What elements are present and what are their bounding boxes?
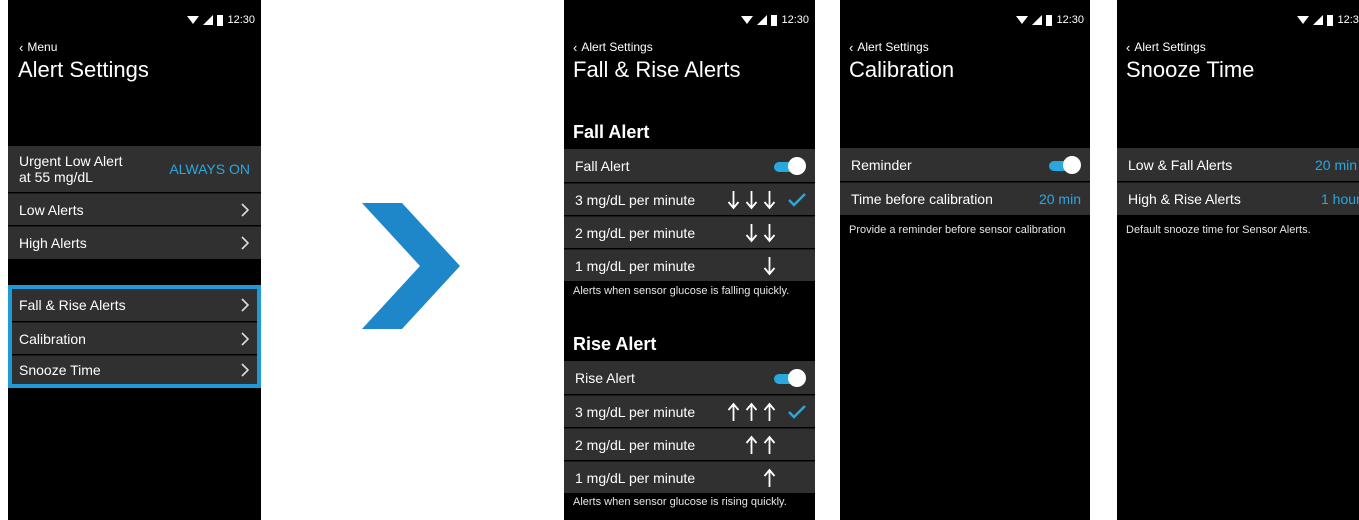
checkmark-icon [788,192,806,207]
fall-rate-label: 3 mg/dL per minute [575,191,696,208]
fall-rate-option[interactable]: 1 mg/dL per minute [564,249,815,281]
urgent-low-alert-row: Urgent Low Alert at 55 mg/dL ALWAYS ON [8,146,261,192]
page-title: Snooze Time [1126,57,1255,82]
back-button[interactable]: ‹ Alert Settings [573,40,653,54]
snooze-note: Default snooze time for Sensor Alerts. [1126,224,1311,236]
back-label: Alert Settings [581,40,653,54]
alert-settings-screen: 12:30 ‹ Menu Alert Settings Urgent Low A… [8,0,261,520]
menu-item-high-alerts[interactable]: High Alerts [8,226,261,259]
reminder-label: Reminder [851,156,912,173]
fall-alert-note: Alerts when sensor glucose is falling qu… [573,285,790,297]
page-title: Calibration [849,57,955,82]
fall-rise-alerts-screen: 12:30 ‹ Alert Settings Fall & Rise Alert… [564,0,815,520]
battery-icon [1046,14,1053,26]
double-down-arrow-icon [745,223,776,243]
high-rise-alerts-value: 1 hour [1321,191,1359,207]
checkmark-icon [788,404,806,419]
triple-up-arrow-icon [727,402,776,422]
page-title: Fall & Rise Alerts [573,57,741,82]
rise-rate-label: 2 mg/dL per minute [575,436,696,453]
rise-alert-heading: Rise Alert [573,334,657,354]
rise-rate-option[interactable]: 1 mg/dL per minute [564,461,815,493]
back-button[interactable]: ‹ Menu [19,40,57,54]
fall-rate-option[interactable]: 3 mg/dL per minute [564,183,815,215]
rise-rate-option[interactable]: 3 mg/dL per minute [564,395,815,427]
time-before-calibration-value: 20 min [1038,191,1081,207]
chevron-right-icon [241,202,250,217]
menu-item-label: High Alerts [19,235,87,251]
status-bar: 12:30 [1297,14,1359,26]
page-title: Alert Settings [18,57,149,82]
menu-item-label: Low Alerts [19,201,84,218]
low-fall-alerts-row[interactable]: Low & Fall Alerts 20 min [1117,148,1359,181]
back-button[interactable]: ‹ Alert Settings [1126,40,1206,54]
rise-alert-toggle[interactable] [772,368,806,387]
battery-icon [1327,14,1334,26]
chevron-right-icon [362,203,460,329]
signal-icon [1313,15,1324,25]
chevron-right-icon [241,236,250,250]
back-label: Menu [27,40,58,54]
rise-rate-label: 1 mg/dL per minute [575,469,696,486]
urgent-low-label: Urgent Low Alert [19,153,123,169]
fall-alert-label: Fall Alert [575,157,630,174]
chevron-left-icon: ‹ [19,39,24,55]
reminder-row[interactable]: Reminder [840,148,1090,181]
signal-icon [757,15,768,25]
rise-alert-label: Rise Alert [575,369,635,386]
signal-icon [203,15,214,25]
double-up-arrow-icon [745,435,776,455]
wifi-icon [187,16,200,24]
snooze-time-screen: 12:30 ‹ Alert Settings Snooze Time Low &… [1117,0,1359,520]
back-label: Alert Settings [857,40,929,54]
fall-rate-option[interactable]: 2 mg/dL per minute [564,216,815,248]
status-bar: 12:30 [1016,14,1084,26]
chevron-left-icon: ‹ [849,39,854,55]
back-button[interactable]: ‹ Alert Settings [849,40,929,54]
status-bar: 12:30 [741,14,809,26]
chevron-left-icon: ‹ [1126,39,1131,55]
high-rise-alerts-row[interactable]: High & Rise Alerts 1 hour [1117,182,1359,215]
menu-item-low-alerts[interactable]: Low Alerts [8,193,261,225]
rise-alert-note: Alerts when sensor glucose is rising qui… [573,496,787,508]
status-bar: 12:30 [187,14,255,26]
signal-icon [1032,15,1043,25]
highlight-box [8,285,261,388]
status-time: 12:30 [781,14,809,26]
time-before-calibration-label: Time before calibration [851,191,993,207]
chevron-left-icon: ‹ [573,39,578,55]
status-time: 12:30 [1056,14,1084,26]
triple-down-arrow-icon [727,190,776,210]
up-arrow-icon [763,468,776,488]
status-time: 12:30 [1337,14,1359,26]
low-fall-alerts-value: 20 min [1315,156,1358,173]
urgent-low-value: ALWAYS ON [169,161,250,177]
fall-alert-toggle-row[interactable]: Fall Alert [564,149,815,182]
wifi-icon [1297,16,1310,24]
rise-rate-label: 3 mg/dL per minute [575,403,696,420]
fall-rate-label: 1 mg/dL per minute [575,257,696,274]
urgent-low-threshold: at 55 mg/dL [19,169,93,185]
wifi-icon [741,16,754,24]
calibration-note: Provide a reminder before sensor calibra… [849,224,1066,236]
battery-icon [217,14,224,26]
battery-icon [771,14,778,26]
fall-alert-toggle[interactable] [772,156,806,175]
down-arrow-icon [763,256,776,276]
reminder-toggle[interactable] [1047,155,1081,174]
rise-rate-option[interactable]: 2 mg/dL per minute [564,428,815,460]
calibration-screen: 12:30 ‹ Alert Settings Calibration Remin… [840,0,1090,520]
fall-rate-label: 2 mg/dL per minute [575,224,696,241]
fall-alert-heading: Fall Alert [573,122,650,142]
rise-alert-toggle-row[interactable]: Rise Alert [564,361,815,394]
time-before-calibration-row[interactable]: Time before calibration 20 min [840,182,1090,215]
status-time: 12:30 [227,14,255,26]
back-label: Alert Settings [1134,40,1206,54]
wifi-icon [1016,16,1029,24]
